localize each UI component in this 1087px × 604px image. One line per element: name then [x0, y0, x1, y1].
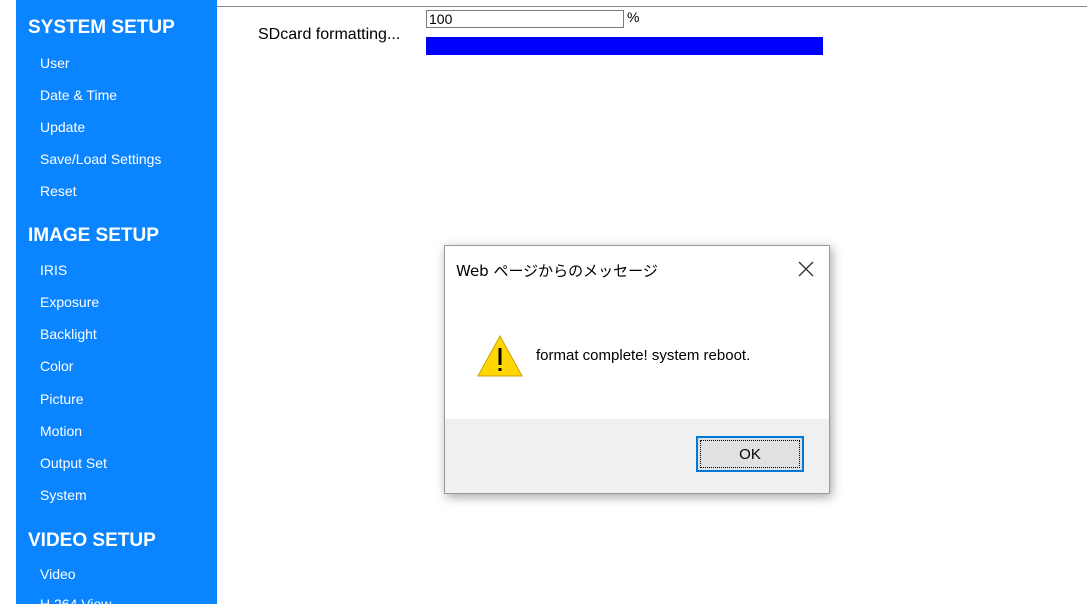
- sidebar-item-motion[interactable]: Motion: [40, 423, 82, 439]
- progress-bar-fill: [426, 37, 823, 55]
- percent-sign: %: [627, 9, 640, 25]
- sidebar-item-output-set[interactable]: Output Set: [40, 455, 107, 471]
- ok-button[interactable]: OK: [696, 436, 804, 472]
- dialog-title: Web ページからのメッセージ: [456, 262, 658, 280]
- sidebar-item-backlight[interactable]: Backlight: [40, 326, 97, 342]
- sidebar-item-h264-view[interactable]: H.264 View: [40, 596, 111, 604]
- section-title-system-setup: SYSTEM SETUP: [28, 17, 175, 38]
- sidebar-item-reset[interactable]: Reset: [40, 183, 77, 199]
- sidebar-item-system[interactable]: System: [40, 487, 87, 503]
- sidebar-item-iris[interactable]: IRIS: [40, 262, 67, 278]
- sidebar-item-video[interactable]: Video: [40, 566, 76, 582]
- progress-bar: [426, 37, 823, 55]
- sidebar-item-color[interactable]: Color: [40, 358, 73, 374]
- sidebar-item-user[interactable]: User: [40, 55, 70, 71]
- progress-percent-field[interactable]: [426, 10, 624, 28]
- section-title-image-setup: IMAGE SETUP: [28, 225, 159, 246]
- section-title-video-setup: VIDEO SETUP: [28, 530, 156, 551]
- sidebar-item-date-time[interactable]: Date & Time: [40, 87, 117, 103]
- sidebar-item-exposure[interactable]: Exposure: [40, 294, 99, 310]
- sidebar-item-save-load-settings[interactable]: Save/Load Settings: [40, 151, 161, 167]
- sidebar-item-picture[interactable]: Picture: [40, 391, 84, 407]
- dialog-footer: OK: [445, 419, 829, 493]
- warning-icon: [476, 334, 524, 378]
- format-status-label: SDcard formatting...: [258, 26, 401, 43]
- top-divider: [217, 6, 1087, 7]
- dialog-message: format complete! system reboot.: [536, 347, 751, 364]
- alert-dialog: Web ページからのメッセージ format complete! system …: [444, 245, 830, 494]
- close-icon[interactable]: [795, 258, 817, 280]
- sidebar-item-update[interactable]: Update: [40, 119, 85, 135]
- sidebar: SYSTEM SETUP User Date & Time Update Sav…: [16, 0, 217, 604]
